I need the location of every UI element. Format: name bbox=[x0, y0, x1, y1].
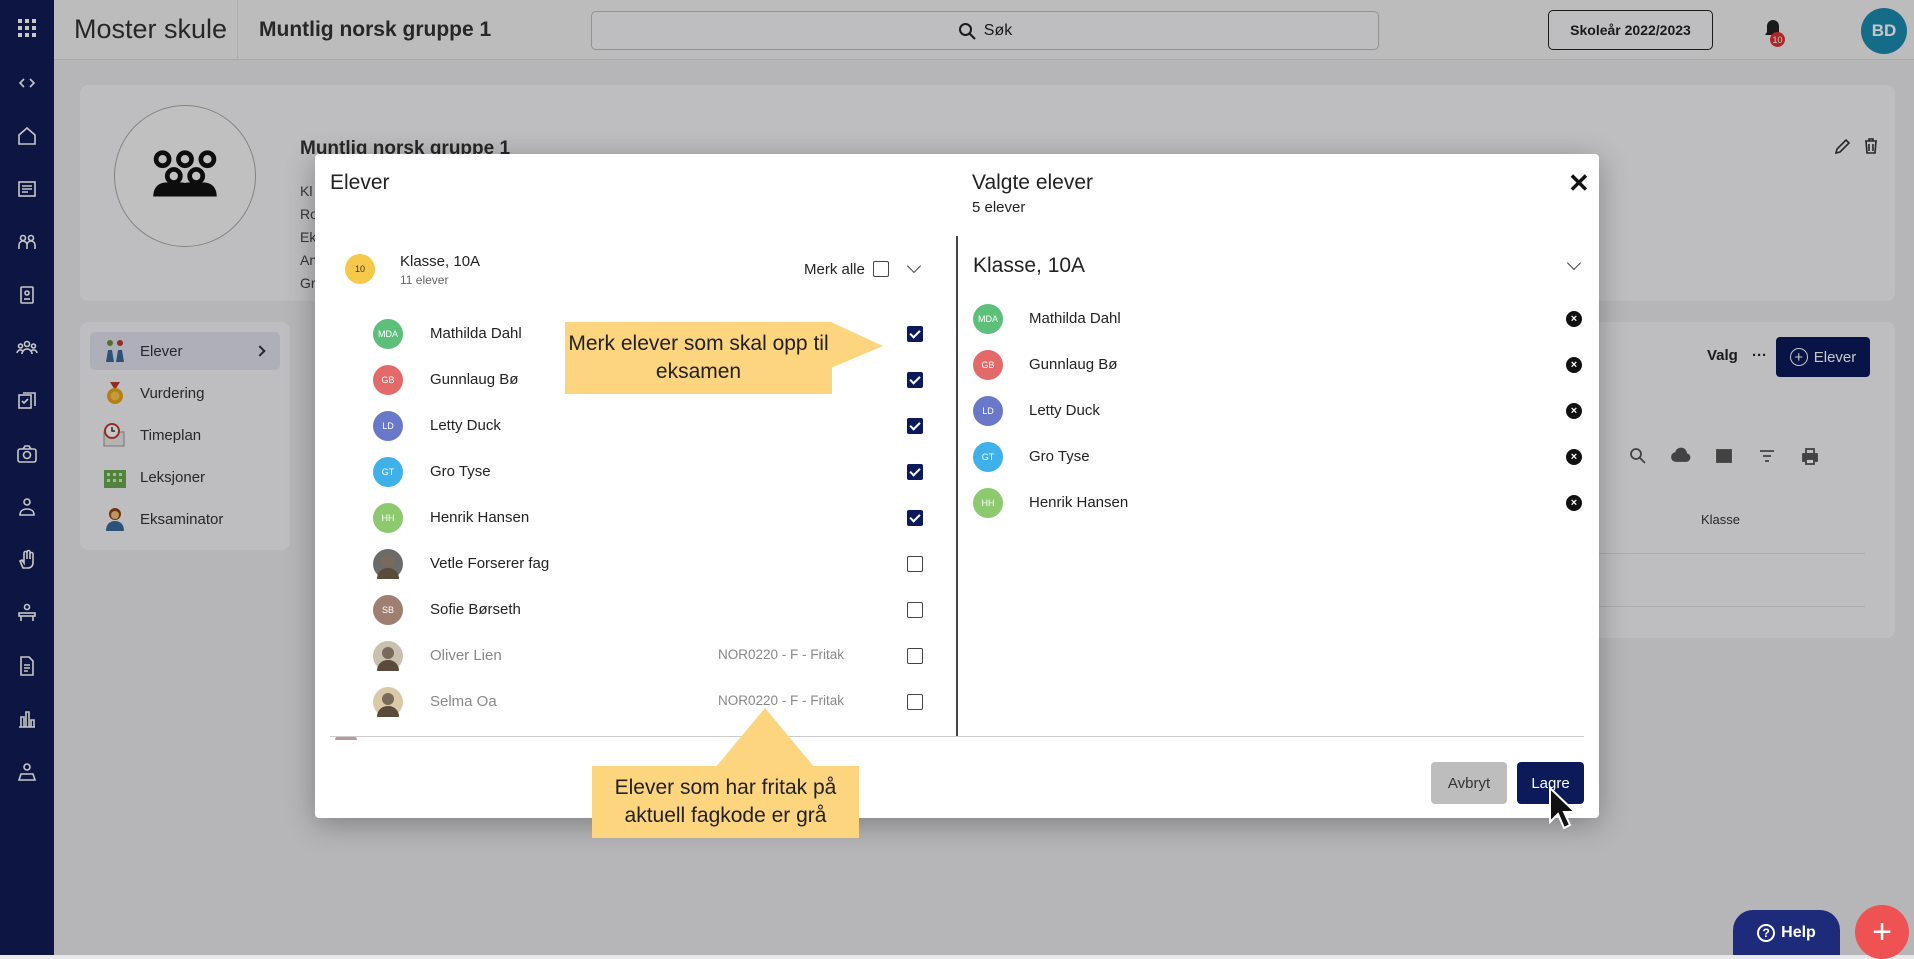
student-checkbox[interactable] bbox=[907, 418, 923, 434]
chevron-down-icon[interactable] bbox=[906, 258, 922, 274]
student-name: Selma Oa bbox=[430, 693, 497, 710]
student-checkbox[interactable] bbox=[907, 556, 923, 572]
student-avatar: MDA bbox=[373, 319, 403, 349]
selected-student-avatar: MDA bbox=[973, 304, 1003, 334]
footer-divider bbox=[330, 736, 1584, 737]
student-checkbox[interactable] bbox=[907, 648, 923, 664]
student-avatar: LD bbox=[373, 411, 403, 441]
student-name: Vetle Forserer fag bbox=[430, 555, 550, 572]
selected-student-name: Gro Tyse bbox=[1029, 448, 1090, 465]
selected-student-avatar: HH bbox=[973, 488, 1003, 518]
select-all-label: Merk alle bbox=[804, 261, 865, 278]
selected-student-name: Mathilda Dahl bbox=[1029, 310, 1121, 327]
selected-student-avatar: LD bbox=[973, 396, 1003, 426]
callout-arrow bbox=[831, 322, 883, 368]
callout-fritak-grey: Elever som har fritak på aktuell fagkode… bbox=[592, 766, 859, 838]
student-avatar: GT bbox=[373, 457, 403, 487]
cancel-button[interactable]: Avbryt bbox=[1431, 762, 1507, 804]
student-avatar: GB bbox=[373, 365, 403, 395]
selected-student-name: Letty Duck bbox=[1029, 402, 1100, 419]
help-label: Help bbox=[1781, 923, 1816, 941]
student-avatar bbox=[373, 641, 403, 671]
fritak-label: NOR0220 - F - Fritak bbox=[718, 647, 845, 662]
selected-student-avatar: GB bbox=[973, 350, 1003, 380]
remove-student-icon[interactable]: × bbox=[1566, 311, 1582, 327]
selected-class-name: Klasse, 10A bbox=[973, 254, 1086, 277]
mouse-cursor-icon bbox=[1549, 786, 1578, 830]
student-name: Gro Tyse bbox=[430, 463, 491, 480]
student-checkbox[interactable] bbox=[907, 464, 923, 480]
student-avatar bbox=[373, 687, 403, 717]
student-checkbox[interactable] bbox=[907, 372, 923, 388]
student-checkbox[interactable] bbox=[907, 510, 923, 526]
student-name: Sofie Børseth bbox=[430, 601, 521, 618]
student-checkbox[interactable] bbox=[907, 326, 923, 342]
selected-student-avatar: GT bbox=[973, 442, 1003, 472]
callout-arrow bbox=[715, 708, 815, 768]
student-checkbox[interactable] bbox=[907, 602, 923, 618]
class-badge: 10 bbox=[345, 254, 375, 284]
student-name: Gunnlaug Bø bbox=[430, 371, 519, 388]
close-icon[interactable]: ✕ bbox=[1568, 168, 1590, 198]
student-name: Oliver Lien bbox=[430, 647, 502, 664]
remove-student-icon[interactable]: × bbox=[1566, 495, 1582, 511]
remove-student-icon[interactable]: × bbox=[1566, 403, 1582, 419]
panel-divider bbox=[956, 236, 958, 736]
class-name: Klasse, 10A bbox=[400, 253, 481, 270]
selected-student-name: Henrik Hansen bbox=[1029, 494, 1129, 511]
student-avatar: HH bbox=[373, 503, 403, 533]
student-name: Letty Duck bbox=[430, 417, 501, 434]
student-name: Mathilda Dahl bbox=[430, 325, 522, 342]
help-icon: ? bbox=[1757, 923, 1776, 942]
remove-student-icon[interactable]: × bbox=[1566, 449, 1582, 465]
callout-select-students: Merk elever som skal opp til eksamen bbox=[565, 322, 832, 394]
student-avatar: SB bbox=[373, 595, 403, 625]
fritak-label: NOR0220 - F - Fritak bbox=[718, 693, 845, 708]
selected-student-name: Gunnlaug Bø bbox=[1029, 356, 1118, 373]
help-button[interactable]: ? Help bbox=[1733, 910, 1840, 955]
remove-student-icon[interactable]: × bbox=[1566, 357, 1582, 373]
select-all-checkbox[interactable] bbox=[873, 261, 889, 277]
selected-count: 5 elever bbox=[972, 199, 1026, 216]
chevron-down-icon[interactable] bbox=[1566, 255, 1582, 271]
select-students-modal: Elever Valgte elever 5 elever ✕ 10 Klass… bbox=[315, 154, 1599, 818]
add-fab-button[interactable]: + bbox=[1855, 905, 1909, 959]
students-panel-title: Elever bbox=[330, 171, 390, 194]
student-checkbox[interactable] bbox=[907, 694, 923, 710]
class-count: 11 elever bbox=[400, 273, 449, 287]
selected-panel-title: Valgte elever bbox=[972, 171, 1094, 194]
student-avatar bbox=[373, 549, 403, 579]
student-name: Henrik Hansen bbox=[430, 509, 530, 526]
